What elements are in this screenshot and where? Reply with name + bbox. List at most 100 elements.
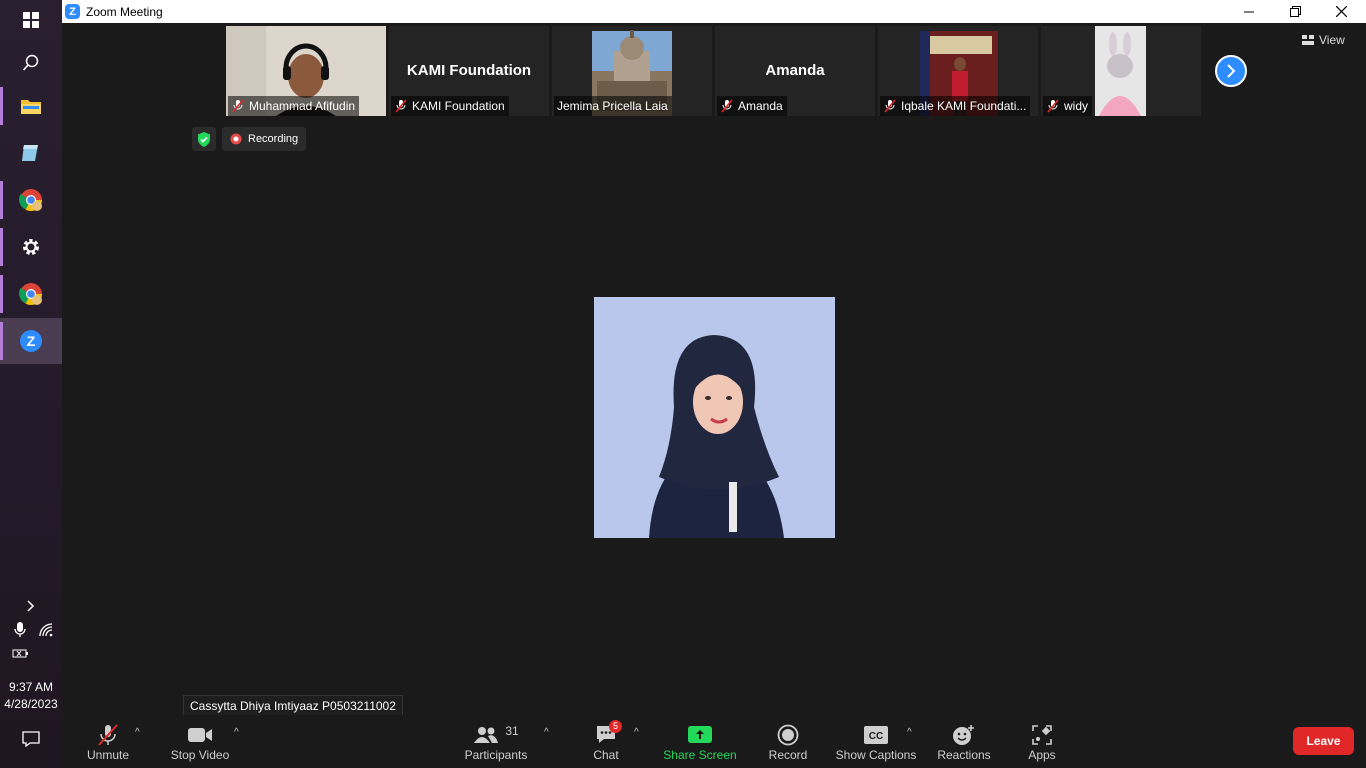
clock-date[interactable]: 4/28/2023 xyxy=(0,697,62,711)
unmute-button[interactable]: Unmute xyxy=(82,715,134,768)
zoom-icon: Z xyxy=(20,330,42,352)
mic-muted-icon xyxy=(98,724,118,746)
participant-tile[interactable]: KAMI Foundation KAMI Foundation xyxy=(389,26,549,116)
search-button[interactable] xyxy=(0,40,62,86)
leave-button[interactable]: Leave xyxy=(1293,727,1354,755)
participant-name: Amanda xyxy=(738,99,783,113)
zoom-logo-icon: Z xyxy=(65,4,80,19)
notification-icon xyxy=(22,731,40,747)
mic-muted-icon xyxy=(395,99,407,113)
settings-button[interactable] xyxy=(0,224,62,270)
chrome-profile-button[interactable] xyxy=(0,271,62,317)
apps-button[interactable]: Apps xyxy=(1024,715,1060,768)
captions-options-caret[interactable]: ^ xyxy=(907,727,912,738)
reactions-label: Reactions xyxy=(937,748,991,762)
recording-icon xyxy=(230,133,242,145)
recording-label: Recording xyxy=(248,133,299,145)
chrome-icon xyxy=(19,189,42,211)
participant-name: Jemima Pricella Laia xyxy=(557,99,668,113)
closed-captions-icon: CC xyxy=(864,726,888,744)
clock-time[interactable]: 9:37 AM xyxy=(0,680,62,694)
windows-icon xyxy=(23,12,39,28)
recording-indicator[interactable]: Recording xyxy=(222,127,307,151)
audio-options-caret[interactable]: ^ xyxy=(135,727,140,738)
svg-text:CC: CC xyxy=(869,731,883,742)
restore-button[interactable] xyxy=(1272,0,1318,23)
participant-display-name: KAMI Foundation xyxy=(406,62,532,79)
apps-label: Apps xyxy=(1028,748,1056,762)
taskbar: Z 9:37 AM 4/28/2023 xyxy=(0,0,62,768)
share-screen-button[interactable]: Share Screen xyxy=(662,715,738,768)
participant-name: KAMI Foundation xyxy=(412,99,505,113)
stop-video-label: Stop Video xyxy=(170,748,230,762)
security-indicator[interactable] xyxy=(192,127,216,151)
unmute-label: Unmute xyxy=(86,748,130,762)
file-explorer-button[interactable] xyxy=(0,83,62,129)
reactions-button[interactable]: Reactions xyxy=(934,715,994,768)
share-screen-label: Share Screen xyxy=(663,748,737,762)
show-captions-label: Show Captions xyxy=(835,748,917,762)
active-speaker-video[interactable] xyxy=(594,297,835,538)
chat-options-caret[interactable]: ^ xyxy=(634,727,639,738)
participants-icon xyxy=(474,727,499,743)
start-button[interactable] xyxy=(0,0,62,40)
participant-label: widy xyxy=(1043,96,1093,116)
participant-label: KAMI Foundation xyxy=(391,96,509,116)
show-captions-button[interactable]: CC Show Captions xyxy=(834,715,918,768)
record-icon xyxy=(777,724,799,746)
close-button[interactable] xyxy=(1318,0,1364,23)
window-titlebar: Z Zoom Meeting xyxy=(62,0,1366,23)
participants-button[interactable]: 31 Participants xyxy=(462,715,530,768)
chrome-button[interactable] xyxy=(0,177,62,223)
video-camera-icon xyxy=(188,728,212,742)
participants-options-caret[interactable]: ^ xyxy=(544,727,549,738)
next-page-button[interactable] xyxy=(1215,55,1247,87)
participant-label: Jemima Pricella Laia xyxy=(554,96,672,116)
participant-tile[interactable]: Iqbale KAMI Foundati... xyxy=(878,26,1038,116)
folder-icon xyxy=(21,100,41,114)
participant-display-name: Amanda xyxy=(765,62,825,79)
shield-check-icon xyxy=(198,131,210,147)
participant-tile[interactable]: widy xyxy=(1041,26,1201,116)
minimize-button[interactable] xyxy=(1226,0,1272,23)
meeting-area: Muhammad Afifudin KAMI Foundation KAMI F… xyxy=(62,23,1366,717)
participant-label: Iqbale KAMI Foundati... xyxy=(880,96,1031,116)
chat-button[interactable]: 5 Chat xyxy=(586,715,626,768)
microphone-tray-icon[interactable] xyxy=(12,620,28,640)
participant-label: Muhammad Afifudin xyxy=(228,96,360,116)
view-label: View xyxy=(1319,33,1345,47)
zoom-taskbar-button[interactable]: Z xyxy=(0,318,62,364)
notes-app-icon xyxy=(22,145,38,161)
gallery-view-icon xyxy=(1302,35,1314,45)
chevron-right-icon xyxy=(1227,64,1236,78)
chat-label: Chat xyxy=(593,748,619,762)
participant-tile[interactable]: Amanda Amanda xyxy=(715,26,875,116)
view-button[interactable]: View xyxy=(1302,33,1345,47)
participant-name: Muhammad Afifudin xyxy=(249,99,356,113)
participant-tile[interactable]: Jemima Pricella Laia xyxy=(552,26,712,116)
chrome-icon xyxy=(19,283,42,305)
apps-icon xyxy=(1032,725,1052,745)
chevron-right-icon xyxy=(27,600,35,612)
battery-icon[interactable] xyxy=(12,646,30,660)
wifi-icon[interactable] xyxy=(38,622,54,638)
restore-icon xyxy=(1289,6,1301,17)
participant-label: Amanda xyxy=(717,96,787,116)
record-button[interactable]: Record xyxy=(762,715,814,768)
gear-icon xyxy=(23,239,39,255)
window-title: Zoom Meeting xyxy=(86,4,163,19)
search-icon xyxy=(22,54,39,71)
speaker-name-tag: Cassytta Dhiya Imtiyaaz P0503211002 xyxy=(183,695,403,717)
mic-muted-icon xyxy=(1047,99,1059,113)
mic-muted-icon xyxy=(721,99,733,113)
video-options-caret[interactable]: ^ xyxy=(234,727,239,738)
chat-badge: 5 xyxy=(609,720,623,733)
action-center-button[interactable] xyxy=(0,716,62,762)
notes-app-button[interactable] xyxy=(0,129,62,175)
participants-count: 31 xyxy=(505,724,519,738)
speaker-photo xyxy=(594,297,835,538)
stop-video-button[interactable]: Stop Video xyxy=(166,715,234,768)
share-screen-icon xyxy=(688,726,712,743)
participant-tile[interactable]: Muhammad Afifudin xyxy=(226,26,386,116)
participants-label: Participants xyxy=(464,748,528,762)
